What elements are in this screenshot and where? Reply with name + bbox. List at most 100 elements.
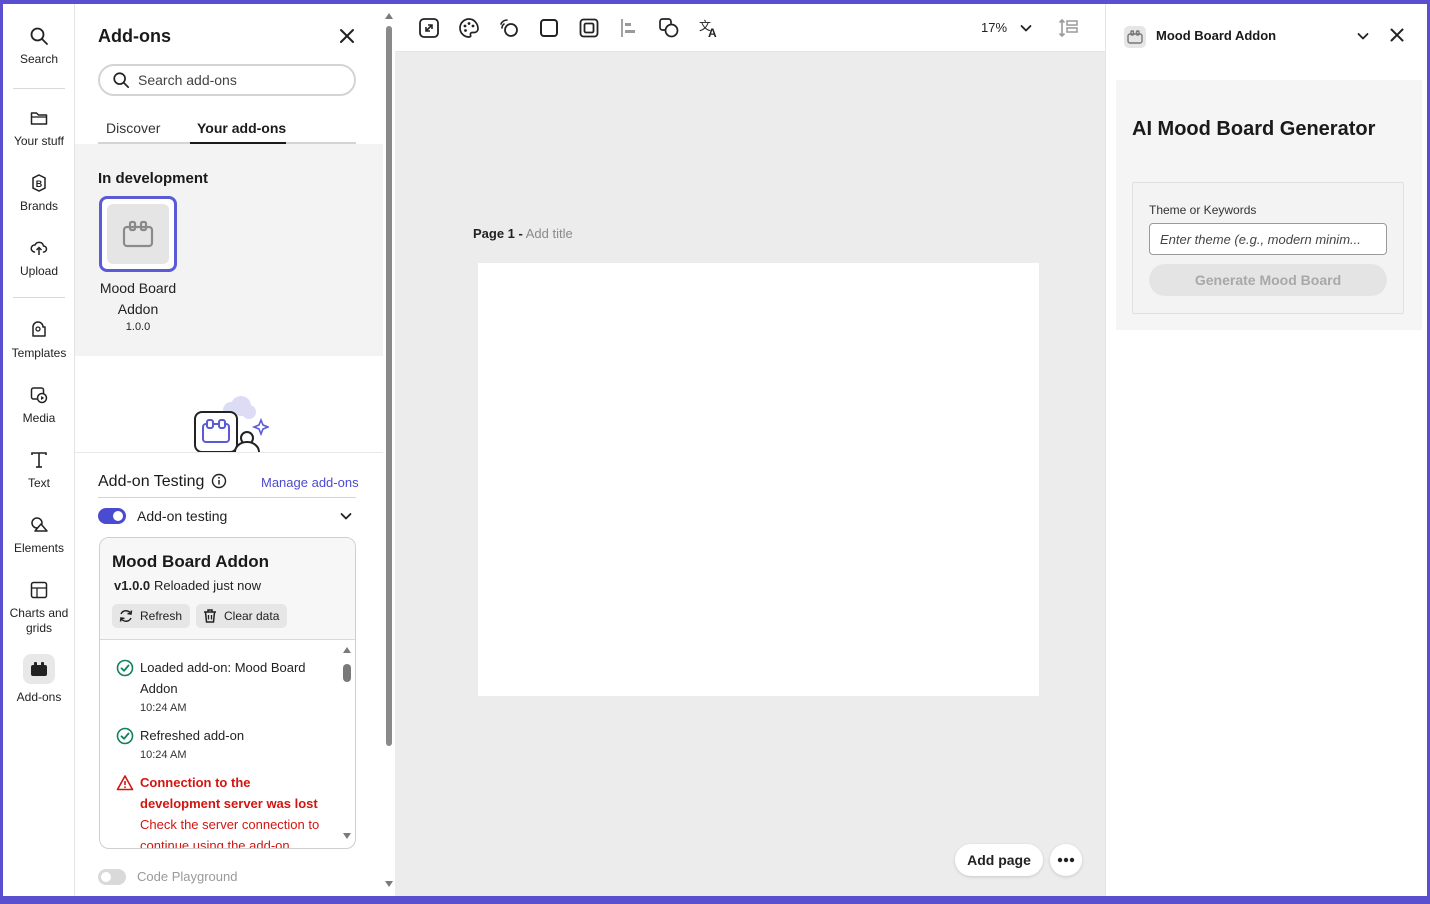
rail-label-charts: Charts and grids <box>9 606 69 635</box>
rail-label-media: Media <box>22 411 56 425</box>
addon-content: AI Mood Board Generator Theme or Keyword… <box>1116 80 1422 330</box>
addon-iframe-panel: Mood Board Addon AI Mood Board Generator… <box>1105 4 1427 896</box>
zoom-level[interactable]: 17% <box>981 20 1007 35</box>
design-page[interactable] <box>478 263 1039 696</box>
left-rail: Search Your stuff B Brands Upload Templa… <box>3 4 75 896</box>
close-icon[interactable] <box>337 26 357 46</box>
layers-icon[interactable] <box>1057 16 1081 40</box>
scroll-thumb[interactable] <box>386 26 392 746</box>
log-scrollbar[interactable] <box>340 646 354 842</box>
tab-your-addons[interactable]: Your add-ons <box>197 120 286 136</box>
rail-label-addons: Add-ons <box>16 690 62 704</box>
rail-item-upload[interactable]: Upload <box>3 238 75 278</box>
border-icon[interactable] <box>577 16 601 40</box>
rail-item-elements[interactable]: Elements <box>3 515 75 555</box>
card-title: Mood Board Addon <box>112 552 270 571</box>
refresh-icon <box>119 610 133 622</box>
testing-title: Add-on Testing <box>98 473 205 490</box>
refresh-label: Refresh <box>140 609 183 623</box>
addon-icon <box>122 220 154 248</box>
manage-addons-link[interactable]: Manage add-ons <box>261 475 359 490</box>
page-label: Page 1 - Add title <box>473 226 573 241</box>
rail-divider <box>13 88 65 89</box>
rail-item-your-stuff[interactable]: Your stuff <box>3 108 75 148</box>
animate-icon[interactable] <box>497 16 521 40</box>
rail-item-text[interactable]: Text <box>3 450 75 490</box>
addon-panel-title: Mood Board Addon <box>1156 28 1277 43</box>
addons-panel: Add-ons Discover Your add-ons In develop… <box>75 4 395 896</box>
rail-label-upload: Upload <box>19 264 59 278</box>
addon-testing-toggle[interactable] <box>98 508 126 524</box>
log-timestamp: 10:24 AM <box>140 702 187 714</box>
clear-data-button[interactable]: Clear data <box>196 604 288 628</box>
scroll-up-icon[interactable] <box>385 12 393 20</box>
rail-item-charts[interactable]: Charts and grids <box>3 580 75 636</box>
rail-active-highlight <box>23 654 55 684</box>
rail-item-addons[interactable]: Add-ons <box>3 654 75 704</box>
addon-header-icon <box>1124 26 1146 48</box>
addon-tile-image <box>107 204 169 264</box>
more-options-button[interactable] <box>1050 844 1082 876</box>
rail-label-search: Search <box>19 52 59 66</box>
rail-item-templates[interactable]: Templates <box>3 320 75 360</box>
close-icon[interactable] <box>1388 26 1406 44</box>
square-shape-icon[interactable] <box>537 16 561 40</box>
refresh-button[interactable]: Refresh <box>112 604 191 628</box>
scroll-thumb[interactable] <box>343 664 351 682</box>
chevron-down-icon[interactable] <box>1356 29 1370 43</box>
chevron-down-icon[interactable] <box>1019 21 1033 35</box>
folder-icon <box>30 112 48 125</box>
addon-testing-section: Add-on Testing Manage add-ons Add-on tes… <box>75 452 383 896</box>
app-window: Search Your stuff B Brands Upload Templa… <box>3 4 1427 896</box>
rail-item-media[interactable]: Media <box>3 385 75 425</box>
addon-name: Mood Board Addon <box>99 280 177 317</box>
upload-cloud-icon <box>30 241 48 255</box>
duplicate-icon[interactable] <box>657 16 681 40</box>
palette-icon[interactable] <box>457 16 481 40</box>
rail-item-brands[interactable]: B Brands <box>3 173 75 213</box>
brand-icon: B <box>32 174 46 192</box>
chevron-down-icon[interactable] <box>339 509 353 523</box>
search-field[interactable] <box>98 64 356 96</box>
tab-discover[interactable]: Discover <box>106 120 160 136</box>
addon-tile[interactable] <box>99 196 177 272</box>
log-message: Loaded add-on: Mood Board Addon <box>140 660 306 696</box>
rail-item-search[interactable]: Search <box>3 26 75 66</box>
svg-text:A: A <box>708 26 717 40</box>
page-title-input[interactable]: Add title <box>526 226 573 241</box>
section-title: In development <box>98 170 209 187</box>
panel-title: Add-ons <box>98 26 171 46</box>
scroll-down-icon[interactable] <box>343 832 351 840</box>
addons-icon <box>31 662 47 676</box>
addon-icon <box>1127 30 1143 44</box>
align-left-icon[interactable] <box>617 16 641 40</box>
addon-status-card: Mood Board Addon v1.0.0 Reloaded just no… <box>99 537 356 849</box>
media-icon <box>30 387 48 404</box>
translate-icon[interactable]: 文A <box>697 16 721 40</box>
trash-icon <box>204 609 216 623</box>
log-error-title: Connection to the development server was… <box>140 775 318 811</box>
panel-scrollbar[interactable] <box>383 4 395 896</box>
log-message: Refreshed add-on <box>140 728 245 743</box>
log-error-message: Connection to the development server was… <box>140 772 330 848</box>
card-version: v1.0.0 <box>114 578 151 593</box>
scroll-up-icon[interactable] <box>343 646 351 654</box>
search-icon <box>113 72 130 89</box>
code-playground-toggle[interactable] <box>98 869 126 885</box>
theme-input[interactable] <box>1149 223 1387 255</box>
canvas-area: 文A 17% Page 1 - Add title Add page <box>395 4 1105 896</box>
card-header: Mood Board Addon v1.0.0 Reloaded just no… <box>100 538 355 640</box>
toggle-knob <box>113 511 123 521</box>
svg-text:B: B <box>36 179 43 189</box>
generate-mood-board-button[interactable]: Generate Mood Board <box>1149 264 1387 296</box>
scroll-down-icon[interactable] <box>385 880 393 888</box>
add-page-button[interactable]: Add page <box>955 844 1043 876</box>
addon-version: 1.0.0 <box>125 321 151 333</box>
text-icon <box>31 452 47 468</box>
search-input[interactable] <box>138 72 338 88</box>
canvas-toolbar: 文A 17% <box>395 4 1105 52</box>
search-icon <box>30 27 48 45</box>
addons-illustration-icon <box>194 396 269 452</box>
info-icon[interactable] <box>211 473 227 489</box>
resize-icon[interactable] <box>417 16 441 40</box>
